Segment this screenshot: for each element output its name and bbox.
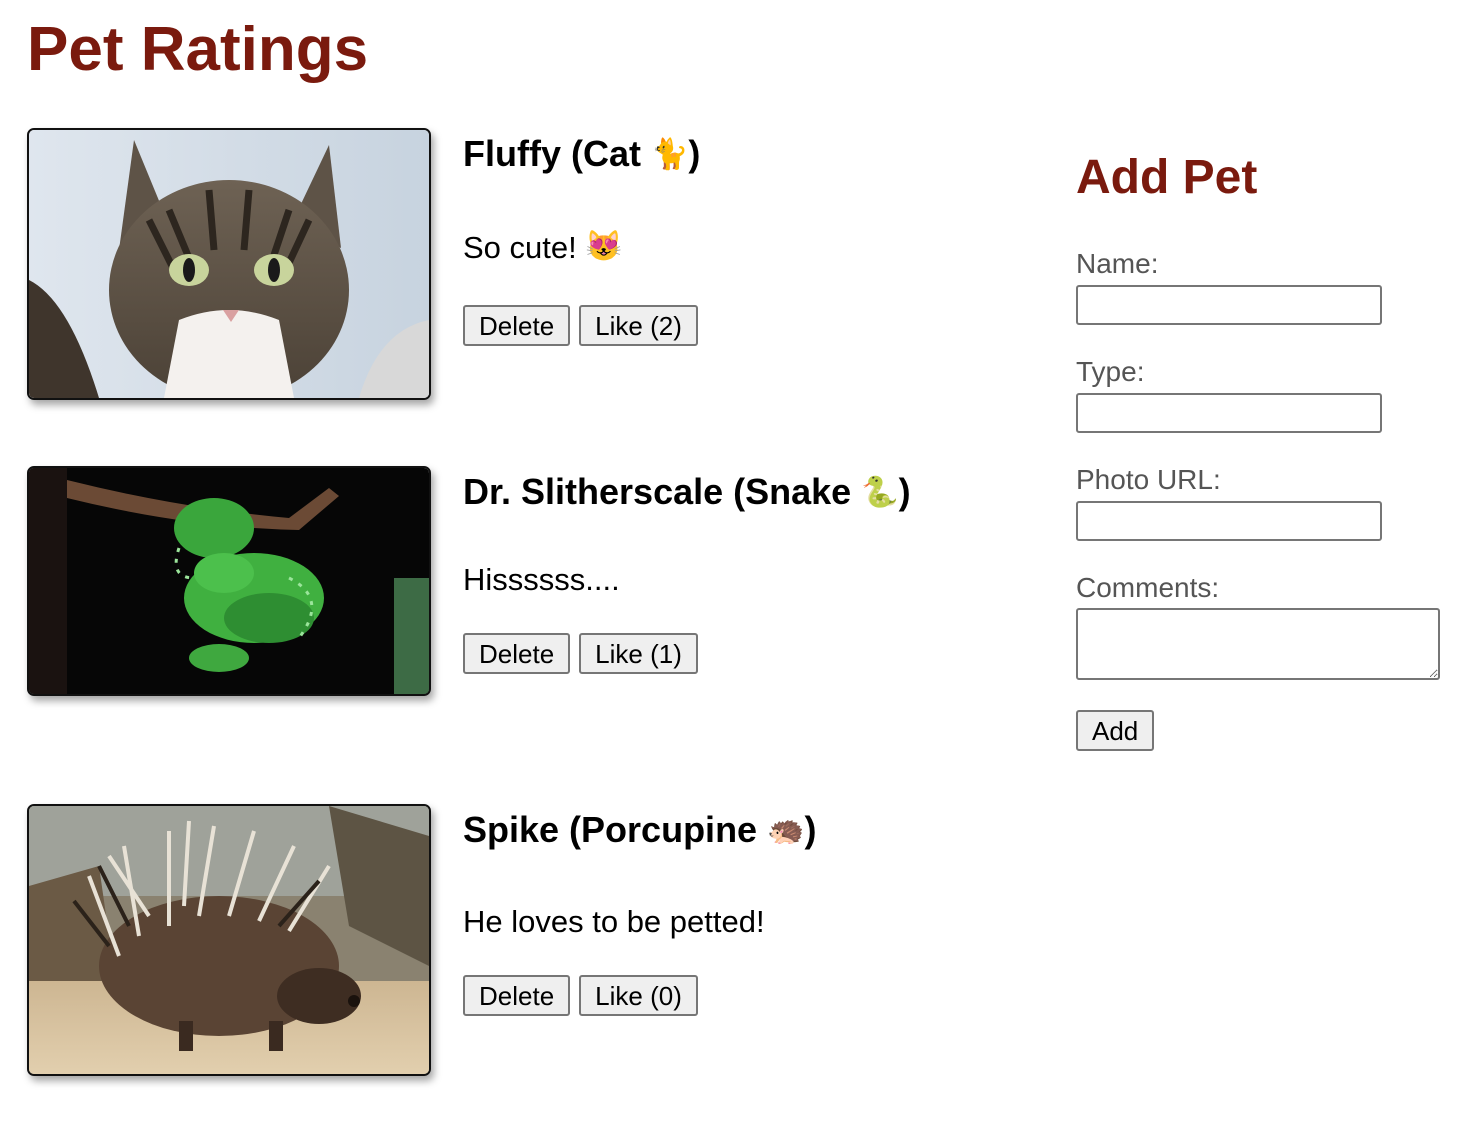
pet-comment: Hissssss.... [463,561,983,599]
type-label: Type: [1076,356,1145,387]
cat-photo-image [29,130,429,398]
pet-type: Porcupine [581,809,758,850]
like-button[interactable]: Like (2) [579,305,698,346]
pet-card: Spike (Porcupine 🦔) He loves to be pette… [27,804,987,1078]
heart-eyes-cat-emoji-icon: 😻 [585,230,623,263]
pet-type: Snake [745,471,852,512]
like-count: 0 [658,980,674,1011]
like-count: 1 [658,638,674,669]
delete-button[interactable]: Delete [463,975,571,1016]
delete-button[interactable]: Delete [463,305,571,346]
like-label: Like [595,310,643,341]
pet-card: Dr. Slitherscale (Snake 🐍) Hissssss.... … [27,466,987,698]
pet-photo-cat [27,128,431,400]
pet-comment-text: Hissssss.... [463,562,620,597]
name-input[interactable] [1076,285,1382,325]
comments-textarea[interactable] [1076,608,1440,680]
snake-emoji-icon: 🐍 [861,476,899,509]
like-label: Like [595,980,643,1011]
pet-heading: Fluffy (Cat 🐈) [463,132,983,179]
like-button[interactable]: Like (1) [579,633,698,674]
add-pet-title: Add Pet [1076,151,1258,204]
pet-info: Dr. Slitherscale (Snake 🐍) Hissssss.... … [463,466,983,674]
like-button[interactable]: Like (0) [579,975,698,1016]
page-title: Pet Ratings [27,15,369,84]
snake-photo-image [29,468,429,694]
hedgehog-emoji-icon: 🦔 [767,814,805,847]
pet-name: Dr. Slitherscale [463,471,724,512]
add-button[interactable]: Add [1076,710,1155,751]
pet-photo-snake [27,466,431,696]
like-count: 2 [658,310,674,341]
pet-actions: Delete Like (1) [463,633,983,674]
comments-label: Comments: [1076,572,1220,603]
cat-emoji-icon: 🐈 [651,138,689,171]
pet-comment: So cute! 😻 [463,229,983,268]
pet-name: Fluffy [463,133,561,174]
pet-info: Spike (Porcupine 🦔) He loves to be pette… [463,804,983,1016]
pet-info: Fluffy (Cat 🐈) So cute! 😻 Delete Like (2… [463,128,983,346]
name-label: Name: [1076,248,1159,279]
pet-card: Fluffy (Cat 🐈) So cute! 😻 Delete Like (2… [27,128,987,400]
pet-actions: Delete Like (2) [463,305,983,346]
type-input[interactable] [1076,393,1382,433]
pet-comment-text: He loves to be petted! [463,904,765,939]
photo-url-label: Photo URL: [1076,464,1221,495]
pet-comment-text: So cute! [463,230,577,265]
like-label: Like [595,638,643,669]
pet-type: Cat [582,133,641,174]
photo-url-input[interactable] [1076,501,1382,541]
porcupine-photo-image [29,806,429,1074]
pet-comment: He loves to be petted! [463,903,983,941]
pet-heading: Dr. Slitherscale (Snake 🐍) [463,470,983,517]
pet-heading: Spike (Porcupine 🦔) [463,808,983,855]
pet-photo-porcupine [27,804,431,1076]
pet-actions: Delete Like (0) [463,975,983,1016]
pet-name: Spike [463,809,560,850]
delete-button[interactable]: Delete [463,633,571,674]
